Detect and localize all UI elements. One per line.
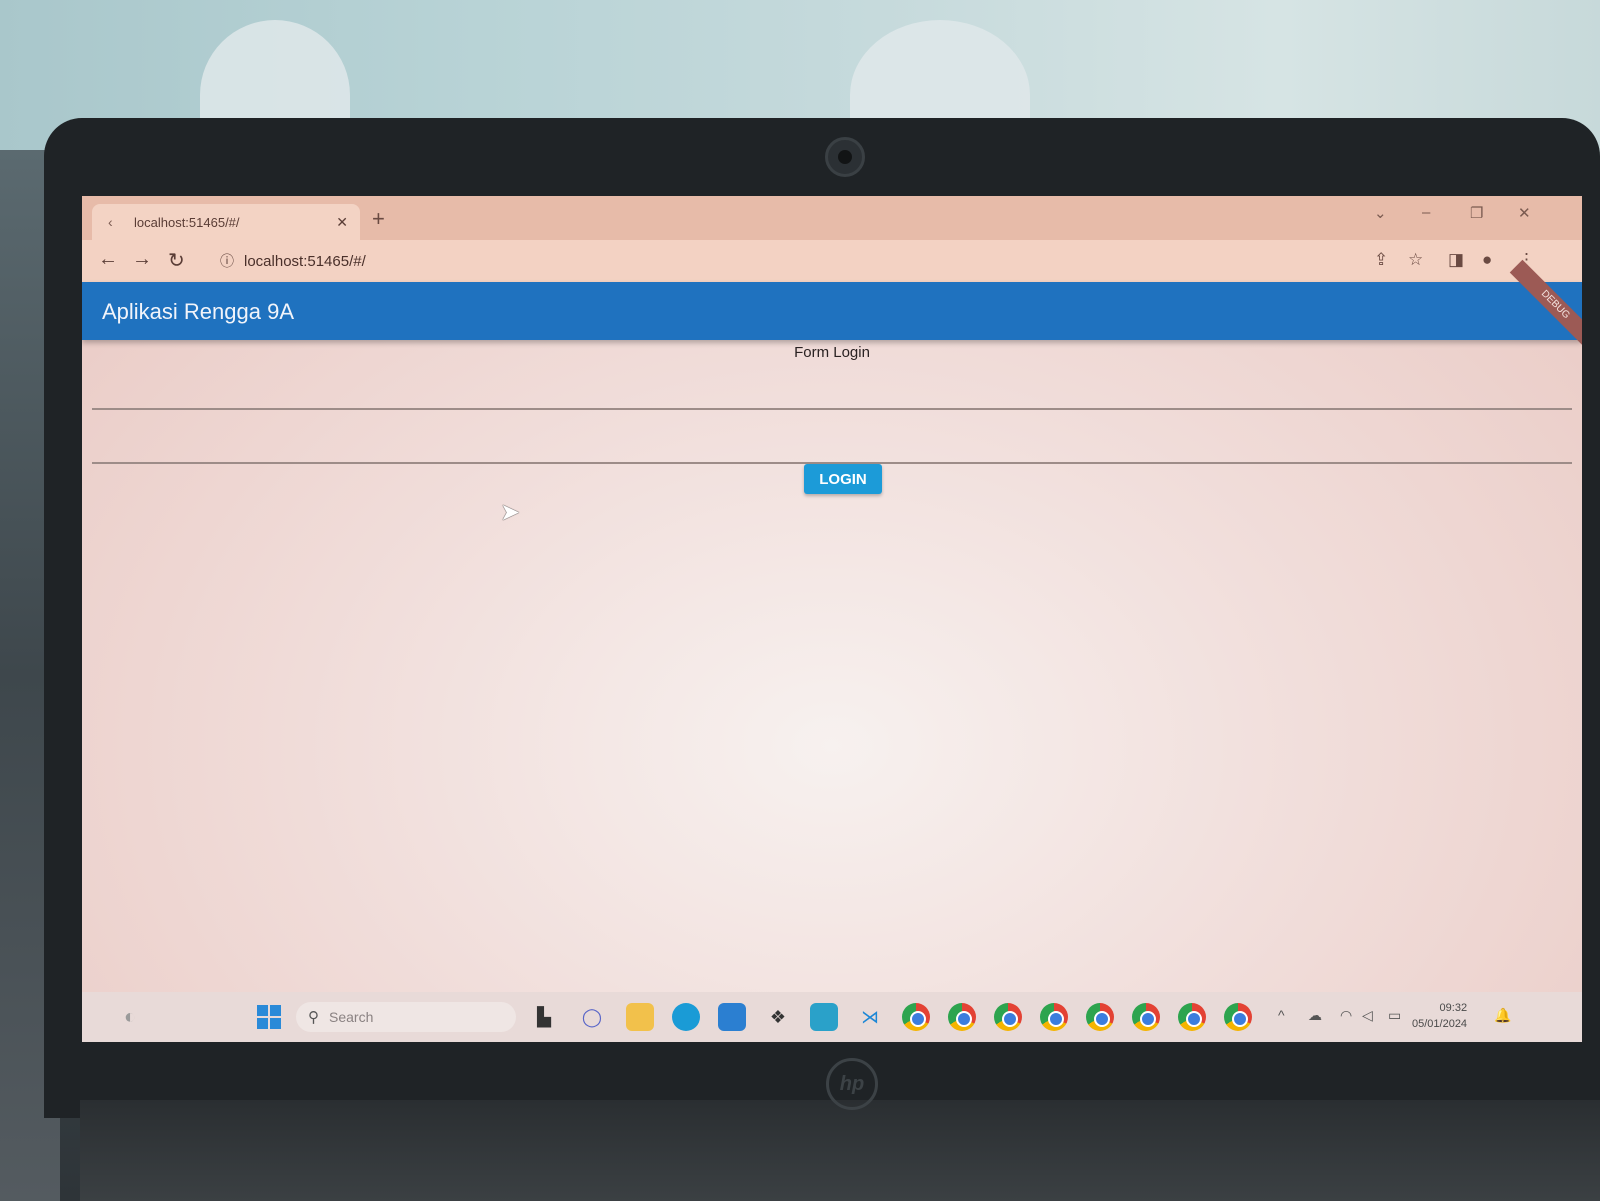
monitor-app-icon[interactable] [810,1003,838,1031]
chrome-icon[interactable] [1224,1003,1252,1031]
start-button[interactable] [257,1005,281,1029]
file-explorer-icon[interactable] [626,1003,654,1031]
chrome-icon[interactable] [994,1003,1022,1031]
forward-icon[interactable]: → [132,248,152,271]
webcam [825,137,865,177]
volume-icon[interactable]: ◁ [1362,1007,1373,1024]
window-close-icon[interactable]: ✕ [1518,204,1531,222]
search-icon: ⚲ [308,1009,319,1026]
laptop-screen: ‹ localhost:51465/#/ ✕ + ⌄ – ❐ ✕ ← → ↻ ⓘ… [82,196,1582,1042]
chat-icon[interactable]: ◯ [578,1003,606,1031]
address-url: localhost:51465/#/ [244,252,366,270]
reload-icon[interactable]: ↻ [168,248,185,273]
close-tab-icon[interactable]: ✕ [336,214,348,231]
taskbar-clock[interactable]: 09:32 05/01/2024 [1412,1000,1467,1032]
form-title: Form Login [794,344,870,361]
taskbar-search[interactable]: ⚲ Search [296,1002,516,1032]
chrome-icon[interactable] [902,1003,930,1031]
wifi-icon[interactable]: ◠ [1340,1007,1352,1024]
store-icon[interactable] [718,1003,746,1031]
clock-time: 09:32 [1439,1002,1468,1014]
chrome-icon[interactable] [1132,1003,1160,1031]
profile-icon[interactable]: ● [1482,250,1492,270]
chrome-icon[interactable] [1040,1003,1068,1031]
username-field[interactable] [92,370,1576,410]
vscode-icon[interactable]: ⋊ [856,1003,884,1031]
clock-date: 05/01/2024 [1412,1018,1468,1030]
back-icon[interactable]: ← [98,248,118,271]
mouse-cursor-icon: ➤ [500,499,521,526]
password-input[interactable] [92,424,1576,462]
share-icon[interactable]: ⇪ [1374,250,1388,270]
browser-tab-bar: ‹ localhost:51465/#/ ✕ + ⌄ – ❐ ✕ [82,196,1582,240]
restore-icon[interactable]: ❐ [1470,204,1483,222]
address-bar[interactable]: ⓘ localhost:51465/#/ [212,246,1312,276]
notification-bell-icon[interactable]: 🔔 [1494,1007,1511,1024]
windows-taskbar: ◐ ⚲ Search ▙ ◯ ❖ ⋊ ^ ☁ ◠ ◁ ▭ 09:32 05/01… [82,992,1582,1042]
new-tab-icon[interactable]: + [372,206,385,232]
tab-title: localhost:51465/#/ [134,214,240,230]
onedrive-offline-icon[interactable]: ☁ [1308,1007,1322,1024]
laptop-base [80,1100,1600,1201]
login-button[interactable]: LOGIN [804,464,882,494]
loading-favicon-icon: ‹ [108,214,113,230]
chrome-icon[interactable] [1178,1003,1206,1031]
browser-toolbar: ← → ↻ ⓘ localhost:51465/#/ ⇪ ☆ ◨ ● ⋮ [82,240,1582,282]
hp-logo: hp [826,1058,878,1110]
battery-icon[interactable]: ▭ [1388,1007,1401,1024]
app-title: Aplikasi Rengga 9A [102,299,295,324]
minimize-icon[interactable]: – [1422,204,1430,221]
chrome-icon[interactable] [1086,1003,1114,1031]
edge-icon[interactable] [672,1003,700,1031]
browser-tab[interactable]: ‹ localhost:51465/#/ ✕ [92,204,360,240]
username-input[interactable] [92,370,1576,408]
chrome-icon[interactable] [948,1003,976,1031]
app-bar: Aplikasi Rengga 9A DEBUG [82,259,1582,351]
bookmark-star-icon[interactable]: ☆ [1408,250,1423,270]
task-view-icon[interactable]: ▙ [530,1003,558,1031]
password-field[interactable] [92,424,1576,464]
search-placeholder: Search [329,1009,374,1025]
side-panel-icon[interactable]: ◨ [1448,250,1464,270]
dropbox-icon[interactable]: ❖ [764,1003,792,1031]
site-info-icon[interactable]: ⓘ [220,251,234,271]
widgets-icon[interactable]: ◐ [124,1006,136,1029]
tab-search-icon[interactable]: ⌄ [1374,204,1387,222]
show-hidden-icons-icon[interactable]: ^ [1278,1007,1285,1023]
